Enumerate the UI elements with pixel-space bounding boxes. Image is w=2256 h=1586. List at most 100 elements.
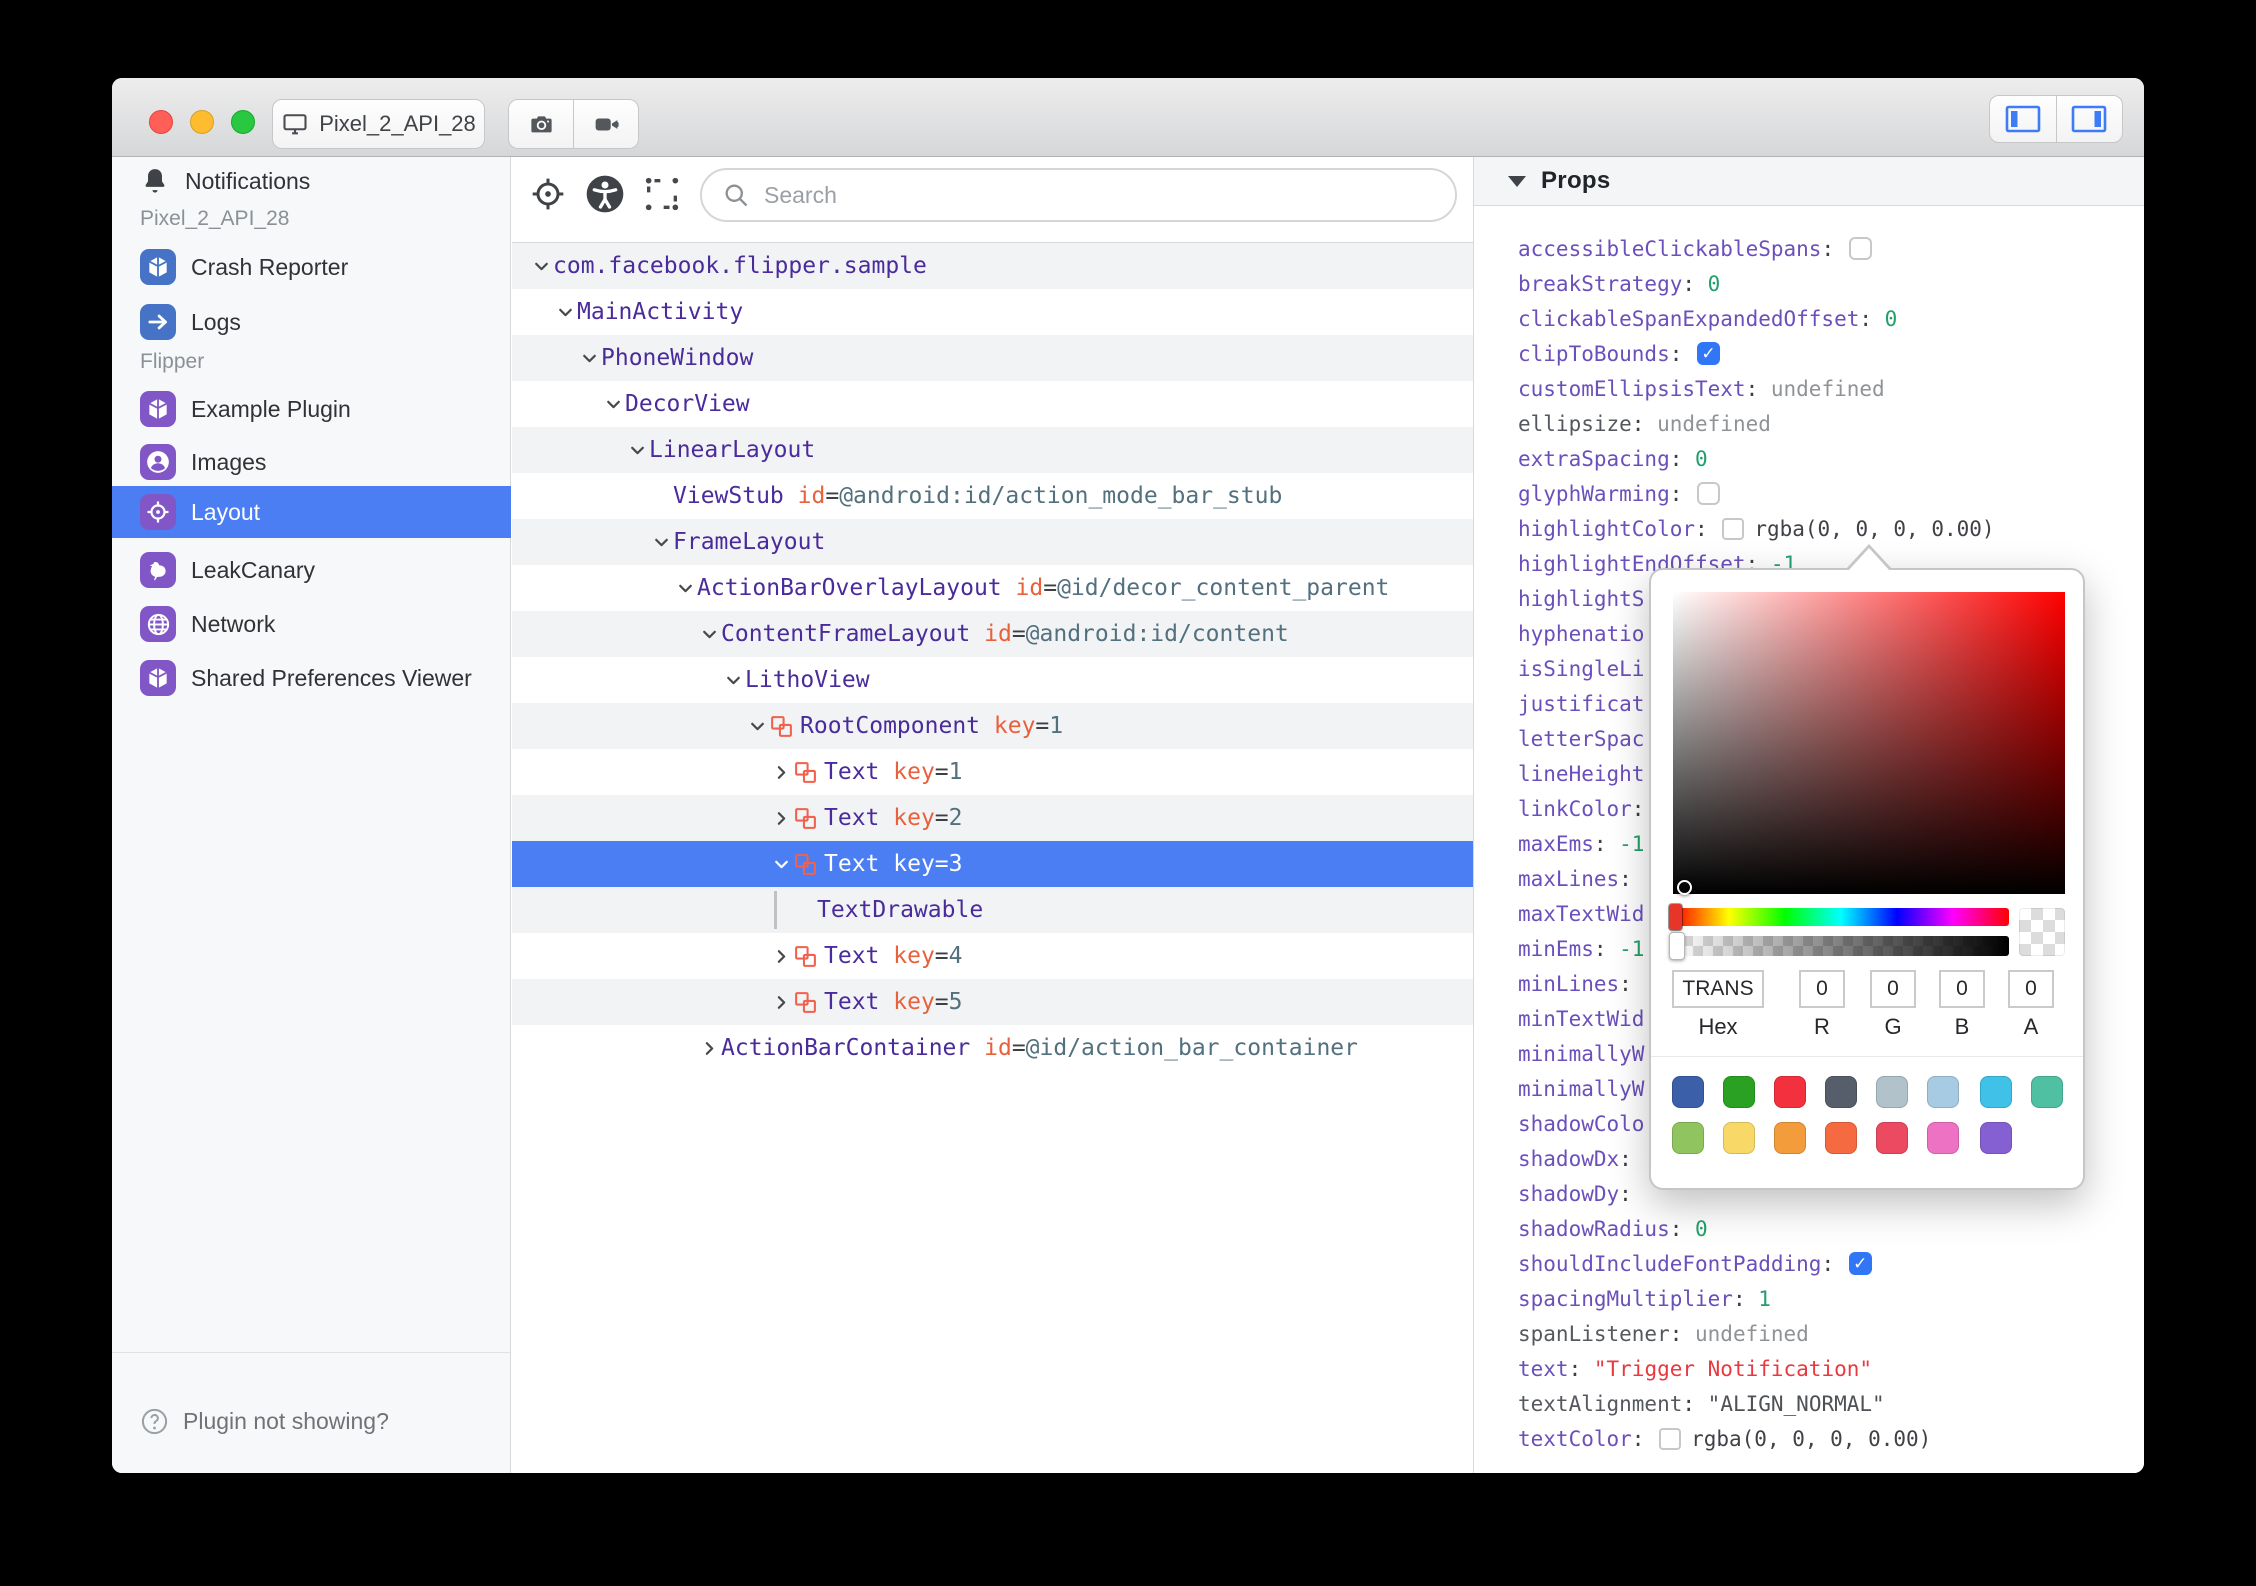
palette-swatch[interactable] <box>1723 1076 1755 1108</box>
alpha-input[interactable] <box>2008 970 2054 1008</box>
palette-swatch[interactable] <box>1723 1122 1755 1154</box>
sidebar-item-layout[interactable]: Layout <box>112 486 511 538</box>
color-swatch[interactable] <box>1722 517 1745 540</box>
chevron-down-icon[interactable] <box>553 300 577 324</box>
chevron-down-icon[interactable] <box>577 346 601 370</box>
minimize-window-button[interactable] <box>190 110 214 134</box>
hex-label: Hex <box>1698 1014 1738 1039</box>
blue-input[interactable] <box>1939 970 1985 1008</box>
tree-row[interactable]: MainActivity <box>512 289 1473 335</box>
palette-swatch[interactable] <box>1825 1122 1857 1154</box>
chevron-down-icon[interactable] <box>601 392 625 416</box>
footer-label: Plugin not showing? <box>183 1407 389 1434</box>
chevron-down-icon[interactable] <box>769 852 793 876</box>
saturation-cursor[interactable] <box>1677 880 1692 895</box>
sidebar-item-crash-reporter[interactable]: Crash Reporter <box>112 243 511 291</box>
expand-selection-icon <box>642 174 682 214</box>
color-swatch[interactable] <box>1659 1427 1682 1450</box>
palette-swatch[interactable] <box>1774 1122 1806 1154</box>
alpha-slider[interactable] <box>1673 936 2009 956</box>
palette-swatch[interactable] <box>1876 1122 1908 1154</box>
toggle-right-sidebar-button[interactable] <box>2055 96 2123 142</box>
tree-row[interactable]: Text key=3 <box>512 841 1473 887</box>
tree-row[interactable]: TextDrawable <box>512 887 1473 933</box>
tree-row[interactable]: Text key=2 <box>512 795 1473 841</box>
chevron-right-icon[interactable] <box>769 990 793 1014</box>
tree-row[interactable]: com.facebook.flipper.sample <box>512 243 1473 289</box>
unchecked-checkbox[interactable] <box>1848 237 1872 260</box>
hex-input[interactable] <box>1672 970 1764 1008</box>
prop-row-highlightColor: highlightColor: rgba(0, 0, 0, 0.00) <box>1518 516 1995 541</box>
palette-swatch[interactable] <box>1927 1076 1959 1108</box>
tree-row[interactable]: RootComponent key=1 <box>512 703 1473 749</box>
prop-key: lineHeight <box>1518 761 1645 786</box>
chevron-down-icon[interactable] <box>673 576 697 600</box>
search-input[interactable] <box>762 180 1435 210</box>
palette-swatch[interactable] <box>1774 1076 1806 1108</box>
tree-row[interactable]: ActionBarOverlayLayout id=@id/decor_cont… <box>512 565 1473 611</box>
close-window-button[interactable] <box>149 110 173 134</box>
tree-row[interactable]: ContentFrameLayout id=@android:id/conten… <box>512 611 1473 657</box>
palette-swatch[interactable] <box>1825 1076 1857 1108</box>
sidebar-item-shared-preferences-viewer[interactable]: Shared Preferences Viewer <box>112 654 511 702</box>
user-circle-icon <box>140 444 176 480</box>
tree-row[interactable]: Text key=5 <box>512 979 1473 1025</box>
sidebar-item-label: Example Plugin <box>191 395 351 422</box>
toggle-left-sidebar-button[interactable] <box>1990 96 2056 142</box>
chevron-down-icon[interactable] <box>697 622 721 646</box>
chevron-down-icon[interactable] <box>745 714 769 738</box>
screen-record-button[interactable] <box>573 100 638 148</box>
sidebar-item-images[interactable]: Images <box>112 438 511 486</box>
chevron-down-icon[interactable] <box>529 254 553 278</box>
tree-row[interactable]: LithoView <box>512 657 1473 703</box>
hue-slider-handle[interactable] <box>1669 904 1682 930</box>
tree-row[interactable]: LinearLayout <box>512 427 1473 473</box>
select-element-button[interactable] <box>640 172 684 216</box>
chevron-right-icon[interactable] <box>769 806 793 830</box>
palette-swatch[interactable] <box>1980 1122 2012 1154</box>
alpha-slider-handle[interactable] <box>1669 932 1685 960</box>
palette-swatch[interactable] <box>1672 1122 1704 1154</box>
tree-row[interactable]: DecorView <box>512 381 1473 427</box>
sidebar-item-notifications[interactable]: Notifications <box>112 157 511 205</box>
zoom-window-button[interactable] <box>231 110 255 134</box>
device-selector-button[interactable]: Pixel_2_API_28 <box>272 99 485 149</box>
accessibility-mode-button[interactable] <box>583 172 627 216</box>
checked-checkbox[interactable]: ✓ <box>1848 1252 1872 1275</box>
checked-checkbox[interactable]: ✓ <box>1697 342 1721 365</box>
sidebar-item-logs[interactable]: Logs <box>112 298 511 346</box>
arrow-right-icon <box>140 304 176 340</box>
hue-slider[interactable] <box>1673 908 2009 926</box>
tree-row[interactable]: PhoneWindow <box>512 335 1473 381</box>
props-header[interactable]: Props <box>1474 157 2144 206</box>
green-input[interactable] <box>1870 970 1916 1008</box>
chevron-right-icon[interactable] <box>769 944 793 968</box>
unchecked-checkbox[interactable] <box>1697 482 1721 505</box>
tree-row[interactable]: Text key=1 <box>512 749 1473 795</box>
tree-row[interactable]: FrameLayout <box>512 519 1473 565</box>
sidebar-item-leakcanary[interactable]: LeakCanary <box>112 546 511 594</box>
palette-swatch[interactable] <box>1876 1076 1908 1108</box>
palette-swatch[interactable] <box>1672 1076 1704 1108</box>
chevron-down-icon[interactable] <box>649 530 673 554</box>
chevron-right-icon[interactable] <box>769 760 793 784</box>
sidebar-item-network[interactable]: Network <box>112 600 511 648</box>
chevron-down-icon[interactable] <box>721 668 745 692</box>
help-circle-icon <box>140 1407 169 1436</box>
plugin-not-showing-link[interactable]: Plugin not showing? <box>112 1397 511 1445</box>
sidebar-section-label: Flipper <box>140 350 205 373</box>
tree-row[interactable]: Text key=4 <box>512 933 1473 979</box>
palette-swatch[interactable] <box>2031 1076 2063 1108</box>
picker-divider <box>1651 1056 2083 1057</box>
palette-swatch[interactable] <box>1980 1076 2012 1108</box>
chevron-right-icon[interactable] <box>697 1036 721 1060</box>
tree-row[interactable]: ActionBarContainer id=@id/action_bar_con… <box>512 1025 1473 1071</box>
tree-row[interactable]: ViewStub id=@android:id/action_mode_bar_… <box>512 473 1473 519</box>
saturation-value-area[interactable] <box>1673 592 2065 894</box>
screenshot-button[interactable] <box>509 100 573 148</box>
palette-swatch[interactable] <box>1927 1122 1959 1154</box>
sidebar-item-example-plugin[interactable]: Example Plugin <box>112 385 511 433</box>
target-mode-button[interactable] <box>526 172 570 216</box>
chevron-down-icon[interactable] <box>625 438 649 462</box>
red-input[interactable] <box>1799 970 1845 1008</box>
